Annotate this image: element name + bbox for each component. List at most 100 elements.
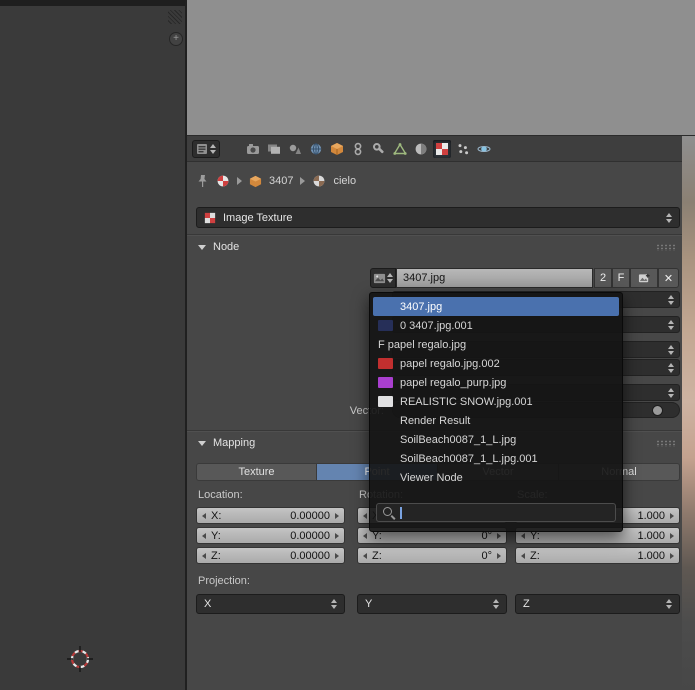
decrement-arrow-icon[interactable]	[202, 553, 206, 559]
image-preview-icon	[378, 301, 393, 312]
axis-value: 0°	[481, 550, 492, 562]
close-icon: ✕	[664, 272, 673, 285]
axis-value: 0.00000	[290, 550, 330, 562]
fake-user-button[interactable]: F	[612, 268, 630, 288]
popup-item[interactable]: SoilBeach0087_1_L.jpg	[373, 430, 619, 449]
texture-context-icon[interactable]	[216, 174, 230, 188]
physics-icon	[477, 142, 491, 156]
breadcrumb: 3407 cielo	[196, 169, 356, 193]
image-browse-popup: 3407.jpg 0 3407.jpg.001 F papel regalo.j…	[369, 292, 623, 532]
projection-label: Projection:	[198, 575, 250, 587]
editor-type-button[interactable]	[192, 140, 220, 158]
popup-item[interactable]: REALISTIC SNOW.jpg.001	[373, 392, 619, 411]
popup-item-label: SoilBeach0087_1_L.jpg.001	[400, 453, 538, 465]
projection-y-select[interactable]: Y	[357, 594, 507, 614]
texture-datablock-icon[interactable]	[312, 174, 326, 188]
decrement-arrow-icon[interactable]	[363, 533, 367, 539]
unlink-button[interactable]: ✕	[658, 268, 679, 288]
panel-grip-icon[interactable]	[656, 440, 676, 447]
panel-grip-icon[interactable]	[656, 244, 676, 251]
axis-value: 1.000	[637, 530, 665, 542]
users-count-button[interactable]: 2	[594, 268, 612, 288]
texture-checker-icon	[435, 142, 449, 156]
new-image-icon	[638, 272, 651, 285]
projection-z-select[interactable]: Z	[515, 594, 680, 614]
modifiers-tab[interactable]	[370, 140, 388, 158]
texture-type-select[interactable]: Image Texture	[196, 207, 680, 228]
scale-z-field[interactable]: Z: 1.000	[515, 547, 680, 564]
increment-arrow-icon[interactable]	[335, 513, 339, 519]
physics-tab[interactable]	[475, 140, 493, 158]
disclosure-triangle-icon	[198, 245, 206, 250]
3d-viewport[interactable]: +	[0, 0, 185, 690]
object-cube-icon	[330, 142, 344, 156]
render-layers-tab[interactable]	[265, 140, 283, 158]
material-tab[interactable]	[412, 140, 430, 158]
decrement-arrow-icon[interactable]	[363, 513, 367, 519]
mapping-mode-texture[interactable]: Texture	[196, 463, 317, 481]
breadcrumb-texture-name[interactable]: cielo	[333, 175, 356, 187]
popup-item[interactable]: SoilBeach0087_1_L.jpg.001	[373, 449, 619, 468]
resize-grip-icon[interactable]	[168, 10, 182, 24]
increment-arrow-icon[interactable]	[670, 533, 674, 539]
increment-arrow-icon[interactable]	[670, 513, 674, 519]
popup-item-label: 0 3407.jpg.001	[400, 320, 473, 332]
3d-cursor	[62, 641, 98, 677]
object-tab[interactable]	[328, 140, 346, 158]
popup-item[interactable]: papel regalo.jpg.002	[373, 354, 619, 373]
select-arrows-icon	[668, 345, 674, 355]
image-name-field[interactable]: 3407.jpg	[396, 268, 593, 288]
breadcrumb-object-name[interactable]: 3407	[269, 175, 293, 187]
location-z-field[interactable]: Z: 0.00000	[196, 547, 345, 564]
mesh-data-icon	[393, 142, 407, 156]
rotation-z-field[interactable]: Z: 0°	[357, 547, 507, 564]
decrement-arrow-icon[interactable]	[521, 553, 525, 559]
axis-label: Z:	[372, 550, 382, 562]
popup-item[interactable]: Render Result	[373, 411, 619, 430]
constraints-tab[interactable]	[349, 140, 367, 158]
increment-arrow-icon[interactable]	[335, 533, 339, 539]
popup-item[interactable]: 0 3407.jpg.001	[373, 316, 619, 335]
popup-item-label: SoilBeach0087_1_L.jpg	[400, 434, 516, 446]
render-tab[interactable]	[244, 140, 262, 158]
popup-item[interactable]: F papel regalo.jpg	[373, 335, 619, 354]
texture-tab[interactable]	[433, 140, 451, 158]
popup-item[interactable]: Viewer Node	[373, 468, 619, 487]
popup-item[interactable]: papel regalo_purp.jpg	[373, 373, 619, 392]
expand-panel-button[interactable]: +	[169, 32, 183, 46]
increment-arrow-icon[interactable]	[335, 553, 339, 559]
upper-editor-area[interactable]	[187, 0, 695, 136]
socket-dot-icon	[652, 405, 663, 416]
popup-item[interactable]: 3407.jpg	[373, 297, 619, 316]
increment-arrow-icon[interactable]	[497, 533, 501, 539]
object-cube-icon[interactable]	[249, 175, 262, 188]
increment-arrow-icon[interactable]	[670, 553, 674, 559]
select-arrows-icon	[668, 295, 674, 305]
popup-search-input[interactable]	[376, 503, 616, 522]
decrement-arrow-icon[interactable]	[202, 513, 206, 519]
pin-icon[interactable]	[196, 174, 209, 188]
mapping-section-header[interactable]: Mapping	[198, 437, 255, 449]
data-tab[interactable]	[391, 140, 409, 158]
projection-x-select[interactable]: X	[196, 594, 345, 614]
world-tab[interactable]	[307, 140, 325, 158]
axis-label: Z:	[530, 550, 540, 562]
node-section-header[interactable]: Node	[198, 241, 239, 253]
axis-label: Y:	[211, 530, 221, 542]
popup-item-label: 3407.jpg	[400, 301, 442, 313]
decrement-arrow-icon[interactable]	[363, 553, 367, 559]
decrement-arrow-icon[interactable]	[521, 533, 525, 539]
location-y-field[interactable]: Y: 0.00000	[196, 527, 345, 544]
particles-tab[interactable]	[454, 140, 472, 158]
axis-value: 0.00000	[290, 510, 330, 522]
fake-user-label: F	[618, 272, 625, 284]
image-preview-icon	[378, 453, 393, 464]
increment-arrow-icon[interactable]	[497, 553, 501, 559]
image-preview-icon	[378, 320, 393, 331]
scene-tab[interactable]	[286, 140, 304, 158]
select-arrows-icon	[493, 599, 499, 609]
image-browse-button[interactable]	[370, 268, 396, 288]
location-x-field[interactable]: X: 0.00000	[196, 507, 345, 524]
decrement-arrow-icon[interactable]	[202, 533, 206, 539]
new-image-button[interactable]	[630, 268, 658, 288]
